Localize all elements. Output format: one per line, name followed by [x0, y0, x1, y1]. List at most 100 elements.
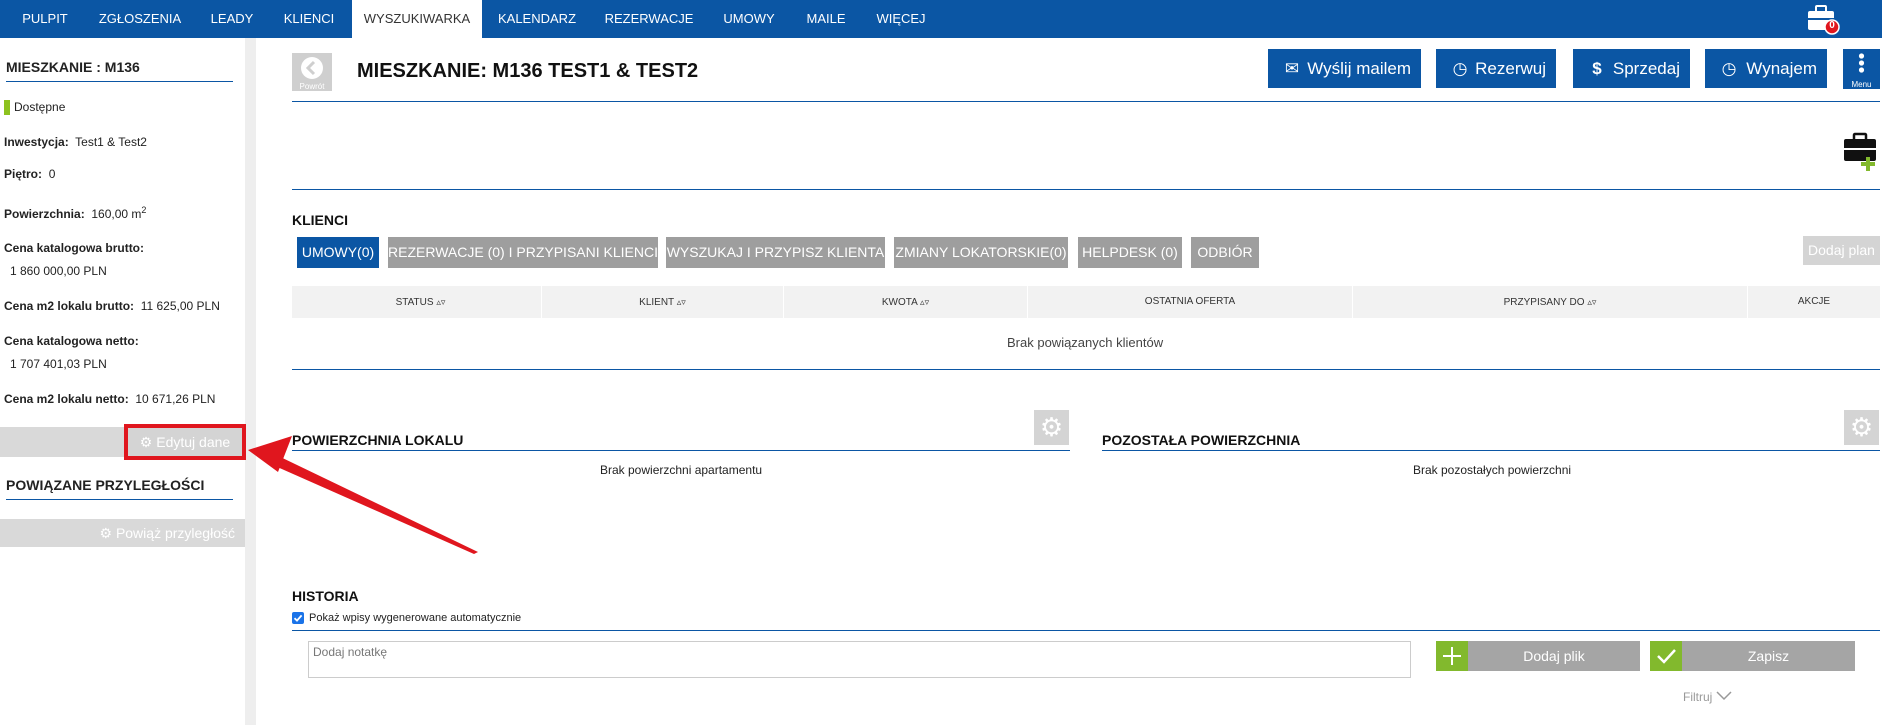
local-area-empty: Brak powierzchni apartamentu — [600, 463, 763, 477]
menu-button[interactable]: Menu — [1843, 49, 1880, 89]
clock-icon: ◷ — [1452, 59, 1468, 78]
reserve-button[interactable]: ◷ Rezerwuj — [1436, 49, 1556, 88]
back-button[interactable]: Powrót — [292, 53, 332, 91]
nav-item-umowy[interactable]: UMOWY — [712, 0, 786, 38]
clients-divider — [292, 369, 1880, 370]
area-row: Powierzchnia: 160,00 m2 — [4, 205, 146, 221]
sort-icon: ▵▿ — [920, 297, 930, 307]
auto-entries-label: Pokaż wpisy wygenerowane automatycznie — [309, 612, 522, 624]
status-text: Dostępne — [14, 100, 66, 114]
history-divider — [292, 630, 1880, 631]
net-m2-row: Cena m2 lokalu netto: 10 671,26 PLN — [4, 392, 215, 406]
add-file-label: Dodaj plik — [1523, 648, 1585, 664]
investment-row: Inwestycja: Test1 & Test2 — [4, 135, 147, 149]
other-area-settings-button[interactable]: ⚙ — [1844, 410, 1879, 445]
gross-price-row: Cena katalogowa brutto: — [4, 241, 144, 255]
send-email-button[interactable]: ✉ Wyślij mailem — [1268, 49, 1421, 88]
sell-button[interactable]: $ Sprzedaj — [1573, 49, 1690, 88]
sidebar-title: MIESZKANIE : M136 — [6, 59, 140, 75]
status-indicator — [4, 100, 10, 116]
sidebar-title-underline — [6, 81, 233, 82]
gross-m2-value: 11 625,00 PLN — [140, 299, 220, 313]
tab-helpdesk[interactable]: HELPDESK (0) — [1078, 237, 1182, 268]
menu-label: Menu — [1851, 80, 1872, 89]
edit-data-button[interactable]: ⚙ Edytuj dane — [124, 424, 246, 460]
sidebar-divider — [245, 38, 256, 725]
column-header-label: KWOTA — [881, 297, 918, 308]
other-area-empty: Brak pozostałych powierzchni — [1413, 463, 1572, 477]
column-header-last-offer: OSTATNIA OFERTA — [1028, 286, 1353, 318]
save-label: Zapisz — [1747, 648, 1790, 664]
nav-item-rezerwacje[interactable]: REZERWACJE — [596, 0, 702, 38]
nav-item-kalendarz[interactable]: KALENDARZ — [488, 0, 586, 38]
net-m2-label: Cena m2 lokalu netto: — [4, 392, 129, 406]
column-header-client[interactable]: KLIENT ▵▿ — [542, 286, 784, 318]
area-label: Powierzchnia: — [4, 207, 85, 221]
net-price-value: 1 707 401,03 PLN — [10, 357, 107, 371]
investment-label: Inwestycja: — [4, 135, 69, 149]
related-title-underline — [6, 499, 233, 500]
floor-value: 0 — [48, 167, 56, 181]
save-button[interactable]: Zapisz — [1650, 641, 1855, 671]
kebab-menu-icon — [1858, 53, 1865, 73]
local-area-divider — [292, 450, 1070, 451]
checkmark-icon — [293, 614, 303, 622]
gross-price-value: 1 860 000,00 PLN — [10, 264, 107, 278]
local-area-settings-button[interactable]: ⚙ — [1034, 410, 1069, 445]
plus-icon — [1436, 641, 1468, 671]
nav-item-maile[interactable]: MAILE — [796, 0, 856, 38]
other-area-title: POZOSTAŁA POWIERZCHNIA — [1102, 432, 1301, 448]
link-adjacency-button[interactable]: ⚙ Powiąż przyległość — [0, 519, 245, 547]
gross-m2-label: Cena m2 lokalu brutto: — [4, 299, 135, 313]
notifications-briefcase-icon[interactable]: 0 — [1806, 3, 1840, 35]
column-header-assigned-to[interactable]: PRZYPISANY DO ▵▿ — [1353, 286, 1748, 318]
tab-rezerwacje[interactable]: REZERWACJE (0) I PRZYPISANI KLIENCI — [388, 237, 658, 268]
notification-count-badge: 0 — [1829, 20, 1835, 31]
auto-entries-checkbox[interactable] — [292, 612, 304, 624]
gross-m2-row: Cena m2 lokalu brutto: 11 625,00 PLN — [4, 299, 220, 313]
note-input[interactable] — [308, 641, 1411, 678]
related-title: POWIĄZANE PRZYLEGŁOŚCI — [6, 477, 205, 493]
header-divider — [292, 101, 1880, 102]
nav-item-leady[interactable]: LEADY — [198, 0, 266, 38]
floor-label: Piętro: — [4, 167, 43, 181]
add-plan-button[interactable]: Dodaj plan — [1803, 236, 1880, 265]
net-m2-value: 10 671,26 PLN — [135, 392, 216, 406]
nav-item-wyszukiwarka[interactable]: WYSZUKIWARKA — [352, 0, 482, 38]
history-title: HISTORIA — [292, 588, 359, 604]
net-price-row: Cena katalogowa netto: — [4, 334, 139, 348]
area-unit-exponent: 2 — [141, 205, 147, 215]
gear-icon: ⚙ — [99, 525, 113, 541]
column-header-label: KLIENT — [639, 297, 674, 308]
tab-umowy[interactable]: UMOWY(0) — [297, 237, 379, 268]
tab-zmiany-lokatorskie[interactable]: ZMIANY LOKATORSKIE(0) — [894, 237, 1068, 268]
nav-item-klienci[interactable]: KLIENCI — [272, 0, 346, 38]
gear-icon: ⚙ — [1849, 412, 1874, 442]
reserve-label: Rezerwuj — [1475, 59, 1546, 78]
column-header-amount[interactable]: KWOTA ▵▿ — [784, 286, 1028, 318]
tab-wyszukaj[interactable]: WYSZUKAJ I PRZYPISZ KLIENTA — [666, 237, 885, 268]
checkmark-icon — [1650, 641, 1682, 671]
tab-odbior[interactable]: ODBIÓR — [1191, 237, 1259, 268]
arrow-left-icon — [301, 57, 323, 79]
add-briefcase-icon[interactable] — [1842, 131, 1880, 171]
sort-icon: ▵▿ — [436, 297, 446, 307]
nav-item-pulpit[interactable]: PULPIT — [8, 0, 82, 38]
floor-row: Piętro: 0 — [4, 167, 55, 181]
section-divider — [292, 189, 1880, 190]
filter-toggle[interactable]: Filtruj — [1683, 690, 1732, 704]
nav-item-wiecej[interactable]: WIĘCEJ — [866, 0, 936, 38]
gross-price-label: Cena katalogowa brutto: — [4, 241, 145, 255]
nav-item-zgloszenia[interactable]: ZGŁOSZENIA — [88, 0, 192, 38]
column-header-actions: AKCJE — [1797, 296, 1831, 307]
column-header-status[interactable]: STATUS ▵▿ — [300, 286, 542, 318]
add-file-button[interactable]: Dodaj plik — [1436, 641, 1640, 671]
rent-button[interactable]: ◷ Wynajem — [1705, 49, 1827, 88]
send-email-label: Wyślij mailem — [1307, 59, 1411, 78]
area-value: 160,00 m — [91, 207, 142, 221]
local-area-title: POWIERZCHNIA LOKALU — [292, 432, 464, 448]
link-adjacency-label: Powiąż przyległość — [115, 525, 235, 541]
filter-label: Filtruj — [1683, 690, 1713, 704]
envelope-icon: ✉ — [1284, 59, 1300, 78]
clients-empty-message: Brak powiązanych klientów — [1007, 335, 1164, 350]
